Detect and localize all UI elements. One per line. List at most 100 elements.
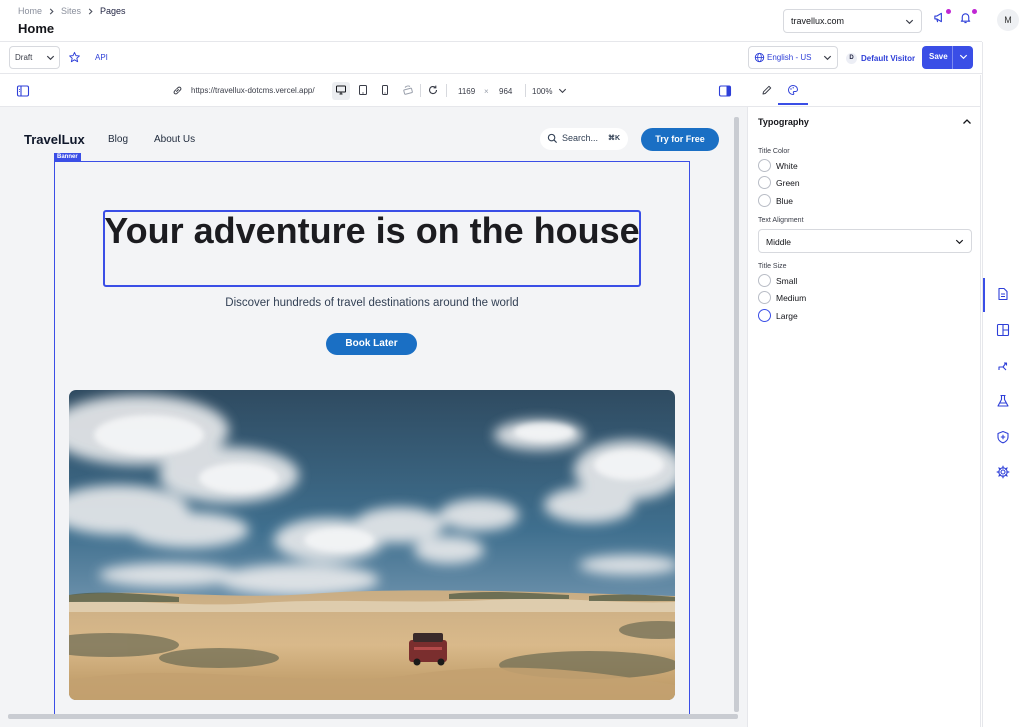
radio-label: Medium [776,292,807,303]
star-icon[interactable] [68,51,81,64]
radio-circle[interactable] [758,176,771,189]
gear-icon[interactable] [996,465,1012,481]
radio-title-color-blue[interactable]: Blue [758,194,793,207]
text-alignment-select[interactable]: Middle [758,229,972,253]
radio-circle[interactable] [758,194,771,207]
visitor-label: Default Visitor [861,54,916,63]
refresh-icon[interactable] [427,84,439,96]
chevron-down-icon [954,236,965,247]
flask-icon[interactable] [996,394,1012,410]
chevron-down-icon [904,16,915,27]
notification-dot [946,9,951,14]
radio-title-size-large[interactable]: Large [758,309,798,322]
palette-icon [787,84,799,96]
radio-circle[interactable] [758,291,771,304]
editor-canvas: https://travellux-dotcms.vercel.app/ 116… [0,75,748,727]
page-toolbar: Draft API English - US D Default Visitor… [0,42,982,74]
viewport-width[interactable]: 1169 [458,87,475,96]
site-selector[interactable]: travellux.com [783,9,922,33]
rotate-icon[interactable] [402,84,414,96]
status-dropdown[interactable]: Draft [9,46,60,69]
status-value: Draft [15,53,33,62]
vehicle-in-photo [409,633,447,666]
site-preview: TravelLux Blog About Us Search... ⌘K Try… [0,107,740,715]
title-size-label: Title Size [758,263,787,270]
chevron-down-icon[interactable] [557,85,568,96]
nav-link-about[interactable]: About Us [154,134,195,145]
breadcrumb: Home Sites Pages [18,6,126,16]
divider [748,106,981,107]
page-title: Home [18,21,55,36]
search-icon [547,133,558,144]
experiments-icon[interactable] [996,359,1012,375]
text-alignment-value: Middle [766,237,792,247]
tab-style[interactable] [778,81,808,105]
radio-circle[interactable] [758,274,771,287]
pencil-icon [761,84,773,96]
bell-icon[interactable] [959,9,977,27]
vertical-scrollbar[interactable] [734,117,739,712]
layout-icon[interactable] [996,323,1012,339]
viewport-height[interactable]: 964 [499,87,512,96]
rail-active-indicator [983,278,985,312]
radio-title-color-white[interactable]: White [758,159,798,172]
properties-panel: Typography Title Color White Green Blue … [748,75,981,727]
megaphone-icon[interactable] [933,9,951,27]
chevron-up-icon[interactable] [961,116,973,128]
search-shortcut: ⌘K [607,135,620,142]
horizontal-scrollbar[interactable] [8,714,738,719]
chevron-down-icon [45,52,56,63]
chevron-right-icon [48,7,55,15]
radio-label: Blue [776,195,794,206]
section-title[interactable]: Typography [758,117,809,127]
breadcrumb-pages[interactable]: Pages [100,6,126,16]
nav-link-blog[interactable]: Blog [108,134,128,145]
chevron-down-icon[interactable] [958,51,969,62]
divider [420,84,421,97]
notification-dot [972,9,977,14]
radio-label: Small [776,275,798,286]
radio-label: Green [776,177,800,188]
radio-title-size-medium[interactable]: Medium [758,291,806,304]
hero-title[interactable]: Your adventure is on the house [103,212,641,249]
avatar[interactable]: M [997,9,1019,31]
preview-toolbar: https://travellux-dotcms.vercel.app/ 116… [0,75,748,107]
link-icon[interactable] [172,85,183,96]
radio-circle[interactable] [758,309,771,322]
chevron-right-icon [87,7,94,15]
shield-icon[interactable] [996,430,1012,446]
divider [525,84,526,97]
book-later-button[interactable]: Book Later [326,333,417,355]
breadcrumb-home[interactable]: Home [18,6,42,16]
radio-label: Large [776,310,798,321]
hero-image[interactable] [69,390,675,700]
site-logo[interactable]: TravelLux [24,132,85,147]
zoom-level[interactable]: 100% [532,87,552,96]
radio-title-color-green[interactable]: Green [758,176,800,189]
visitor-avatar: D [846,53,857,64]
dimension-separator: × [484,87,489,96]
tablet-icon[interactable] [357,84,369,96]
document-icon[interactable] [996,287,1012,303]
sidebar-toggle-icon[interactable] [16,84,30,98]
preview-url[interactable]: https://travellux-dotcms.vercel.app/ [191,86,315,95]
radio-circle[interactable] [758,159,771,172]
language-value: English - US [767,53,812,62]
search-placeholder: Search... [562,133,599,143]
site-search[interactable]: Search... ⌘K [540,128,628,150]
hero-subtitle[interactable]: Discover hundreds of travel destinations… [54,297,690,309]
breadcrumb-sites[interactable]: Sites [61,6,81,16]
radio-title-size-small[interactable]: Small [758,274,797,287]
language-selector[interactable]: English - US [748,46,838,69]
api-link[interactable]: API [95,53,108,62]
divider [446,84,447,97]
mobile-icon[interactable] [379,84,391,96]
save-button[interactable]: Save [922,46,973,69]
save-split-divider [952,46,953,69]
panel-toggle-icon[interactable] [718,84,732,98]
top-header: Home Sites Pages Home travellux.com M [0,0,1019,42]
desktop-icon[interactable] [335,84,347,96]
persona-selector[interactable]: D Default Visitor [846,53,915,64]
try-for-free-button[interactable]: Try for Free [641,128,719,151]
right-rail [982,42,1024,727]
